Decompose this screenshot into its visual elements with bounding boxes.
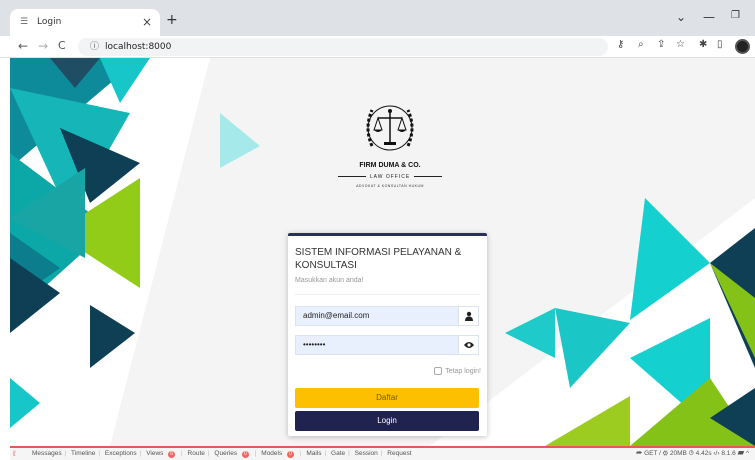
remember-checkbox[interactable] (434, 367, 443, 375)
debug-tab-gate[interactable]: Gate (331, 450, 345, 457)
forward-icon[interactable]: → (38, 39, 48, 53)
login-card: SISTEM INFORMASI PELAYANAN & KONSULTASI … (288, 233, 487, 436)
register-button[interactable]: Daftar (295, 388, 479, 408)
debugbar-stats: ⮫ GET / ⚙ 20MB ◷ 4.42s ‹/› 8.1.6 ▰ ^ (636, 448, 749, 460)
email-field[interactable]: admin@email.com (295, 306, 479, 326)
debug-tab-queries[interactable]: Queries 0 (214, 450, 251, 458)
site-info-icon[interactable]: ⓘ (90, 42, 99, 52)
php-value: 8.1.6 (721, 450, 736, 457)
time-value: 4.42s (695, 450, 712, 457)
tab-search-icon[interactable]: ⌄ (676, 10, 686, 24)
debugbar-logo-icon[interactable]: ℓ (13, 448, 16, 460)
key-icon[interactable]: ⚷ (617, 39, 624, 50)
remember-me[interactable]: Tetap login! (434, 367, 481, 375)
tab-favicon-icon: ☰ (20, 17, 29, 27)
profile-avatar[interactable] (735, 39, 750, 54)
bookmark-star-icon[interactable]: ☆ (676, 39, 685, 50)
queries-label: Queries (214, 450, 238, 457)
firm-logo (350, 96, 430, 162)
firm-name: FIRM DUMA & CO. (359, 162, 421, 169)
debug-tab-views[interactable]: Views 6 (146, 450, 178, 458)
user-icon (458, 307, 478, 325)
share-icon[interactable]: ⇪ (657, 39, 665, 50)
tab-title: Login (37, 17, 62, 27)
memory-value: 20MB (669, 450, 687, 457)
debug-tab-timeline[interactable]: Timeline (71, 450, 95, 457)
login-page: FIRM DUMA & CO. LAW OFFICE ADVOKAT & KON… (10, 58, 755, 446)
scales-of-justice-icon (366, 105, 414, 151)
queries-count-badge: 0 (241, 451, 249, 458)
password-value: •••••••• (303, 340, 326, 349)
zoom-icon[interactable]: ⌕ (638, 39, 644, 50)
debug-tab-route[interactable]: Route (188, 450, 205, 457)
debug-bar: ℓ Messages | Timeline | Exceptions | Views … (10, 446, 755, 460)
debug-tab-messages[interactable]: Messages (32, 450, 62, 457)
back-icon[interactable]: ← (18, 39, 28, 53)
models-count-badge: 0 (287, 451, 294, 458)
login-button[interactable]: Login (295, 411, 479, 431)
login-subtitle: Masukkan akun anda! (295, 277, 364, 284)
browser-toolbar: ← → C ⓘ localhost:8000 ⚷ ⌕ ⇪ ☆ ✱ ▯ (0, 36, 755, 58)
debugbar-tabs: Messages | Timeline | Exceptions | Views 6 |… (32, 450, 412, 458)
address-bar[interactable]: ⓘ localhost:8000 (78, 38, 608, 56)
debug-tab-exceptions[interactable]: Exceptions (105, 450, 137, 457)
url-text: localhost:8000 (105, 42, 172, 52)
memory-usage: ⚙ 20MB (662, 450, 687, 457)
restore-icon[interactable]: ❐ (731, 10, 740, 21)
show-password-eye-icon[interactable] (458, 336, 478, 354)
firm-tagline: ADVOKAT & KONSULTAN HUKUM (356, 184, 424, 188)
email-value: admin@email.com (303, 311, 370, 320)
tab-close-icon[interactable]: × (142, 15, 152, 29)
minimize-icon[interactable]: — (703, 10, 715, 24)
open-folder-icon[interactable]: ▰ (738, 450, 745, 457)
debug-tab-request[interactable]: Request (387, 450, 411, 457)
views-label: Views (146, 450, 164, 457)
views-count-badge: 6 (168, 451, 176, 458)
models-label: Models (261, 450, 283, 457)
extensions-icon[interactable]: ✱ (699, 39, 707, 50)
password-field[interactable]: •••••••• (295, 335, 479, 355)
law-office-label: LAW OFFICE (332, 174, 448, 180)
php-version: ‹/› 8.1.6 (713, 450, 736, 457)
debug-tab-session[interactable]: Session (355, 450, 378, 457)
browser-tab[interactable]: ☰ Login × (10, 9, 160, 36)
browser-window: ☰ Login × + ⌄ — ❐ ← → C ⓘ localhost:8000 … (0, 0, 755, 460)
remember-label: Tetap login! (445, 367, 481, 375)
tab-strip: ☰ Login × + ⌄ — ❐ (0, 0, 755, 36)
method-route[interactable]: ⮫ GET / (636, 450, 661, 457)
debug-tab-mails[interactable]: Mails (306, 450, 321, 457)
collapse-icon[interactable]: ^ (746, 450, 749, 457)
divider (295, 294, 480, 295)
login-title: SISTEM INFORMASI PELAYANAN & KONSULTASI (295, 247, 462, 271)
reload-icon[interactable]: C (58, 39, 66, 52)
method-value: GET / (644, 450, 661, 457)
debug-tab-models[interactable]: Models 0 (261, 450, 297, 458)
side-panel-icon[interactable]: ▯ (717, 39, 723, 50)
new-tab-icon[interactable]: + (166, 12, 178, 28)
request-time: ◷ 4.42s (688, 450, 712, 457)
